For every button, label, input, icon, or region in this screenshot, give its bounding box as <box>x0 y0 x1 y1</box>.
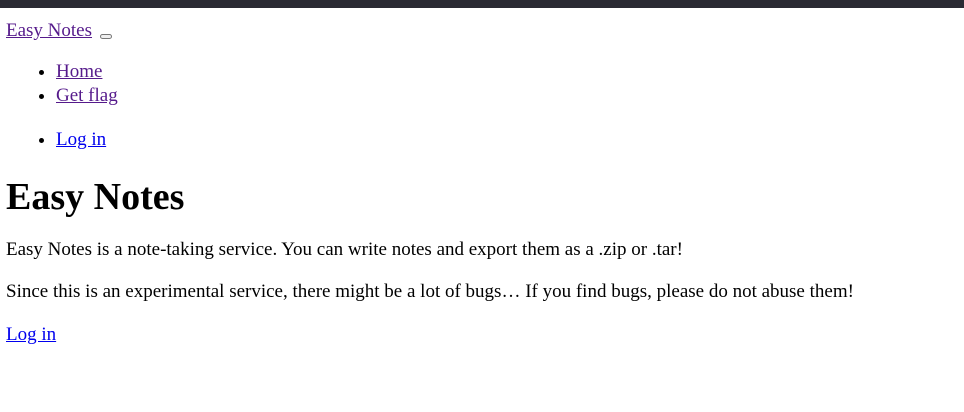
page-content: Easy Notes Home Get flag Log in Easy Not… <box>0 20 964 346</box>
page-title: Easy Notes <box>6 176 185 218</box>
nav-link-home[interactable]: Home <box>56 61 102 82</box>
nav-item-login: Log in <box>56 128 958 152</box>
browser-top-bar <box>0 0 964 8</box>
intro-text: Easy Notes is a note-taking service. You… <box>6 239 683 260</box>
nav-link-login[interactable]: Log in <box>56 129 106 150</box>
login-paragraph: Log in <box>6 324 958 346</box>
navbar-brand-row: Easy Notes <box>6 20 958 42</box>
navbar: Easy Notes Home Get flag Log in <box>6 20 958 152</box>
nav-link-get-flag[interactable]: Get flag <box>56 85 118 106</box>
login-link[interactable]: Log in <box>6 324 56 345</box>
nav-item-home: Home <box>56 60 958 84</box>
navbar-brand-link[interactable]: Easy Notes <box>6 20 92 41</box>
auth-menu: Log in <box>6 128 958 152</box>
main-content: Easy Notes Easy Notes is a note-taking s… <box>6 175 958 346</box>
nav-menu: Home Get flag <box>6 60 958 108</box>
warning-text: Since this is an experimental service, t… <box>6 281 854 302</box>
navbar-toggler-button[interactable] <box>99 34 112 39</box>
nav-item-get-flag: Get flag <box>56 84 958 108</box>
